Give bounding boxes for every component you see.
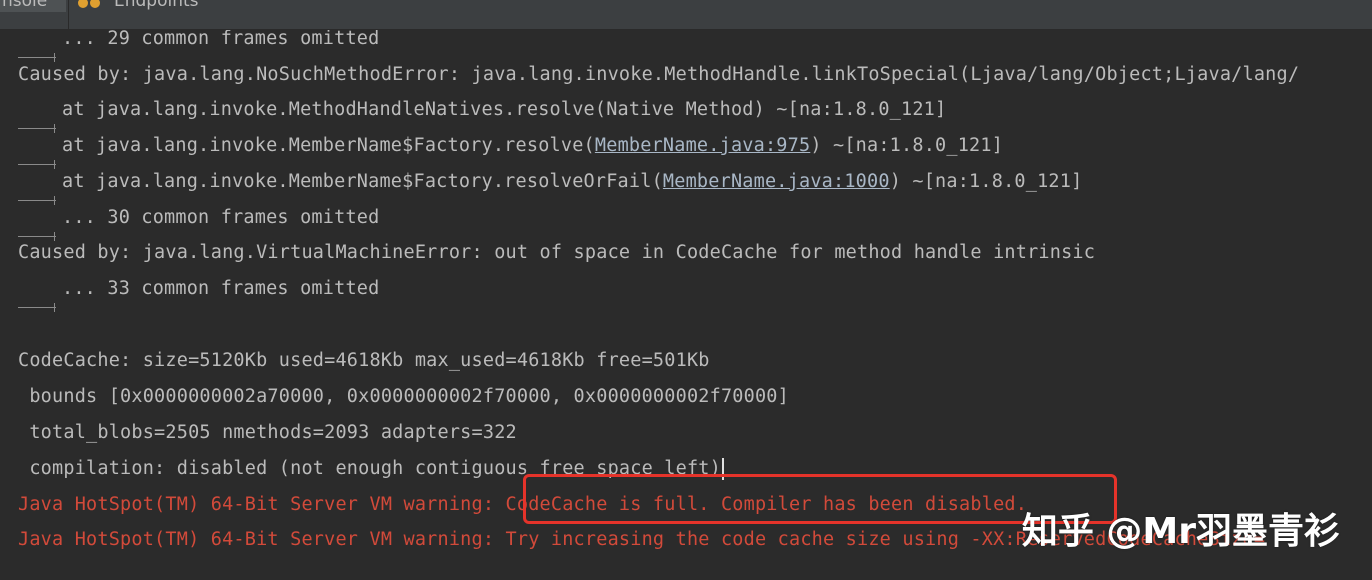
log-line: at java.lang.invoke.MemberName$Factory.r…: [18, 171, 1083, 205]
log-line: total_blobs=2505 nmethods=2093 adapters=…: [18, 422, 517, 443]
log-line: at java.lang.invoke.MemberName$Factory.r…: [18, 135, 1004, 169]
log-line: ... 33 common frames omitted: [18, 278, 380, 312]
source-link[interactable]: MemberName.java:975: [595, 135, 810, 156]
tab-console-label: nsole: [2, 0, 48, 11]
tool-window-tabbar: nsole Endpoints: [0, 0, 1372, 30]
source-link[interactable]: MemberName.java:1000: [663, 171, 890, 192]
log-line: CodeCache: size=5120Kb used=4618Kb max_u…: [18, 350, 710, 371]
log-line: bounds [0x0000000002a70000, 0x0000000002…: [18, 386, 789, 407]
tab-endpoints-label: Endpoints: [114, 0, 199, 11]
tab-console[interactable]: nsole: [0, 0, 66, 12]
log-line: at java.lang.invoke.MethodHandleNatives.…: [18, 99, 947, 133]
log-line: ... 30 common frames omitted: [18, 207, 380, 241]
endpoints-icon: [78, 0, 106, 8]
log-line: ... 29 common frames omitted: [18, 30, 380, 62]
log-line: Caused by: java.lang.VirtualMachineError…: [18, 242, 1096, 263]
log-line: Caused by: java.lang.NoSuchMethodError: …: [18, 64, 1300, 85]
watermark: 知乎 @Mr羽墨青衫: [1021, 511, 1340, 552]
tab-endpoints[interactable]: Endpoints: [70, 0, 220, 12]
tab-divider: [68, 0, 69, 30]
